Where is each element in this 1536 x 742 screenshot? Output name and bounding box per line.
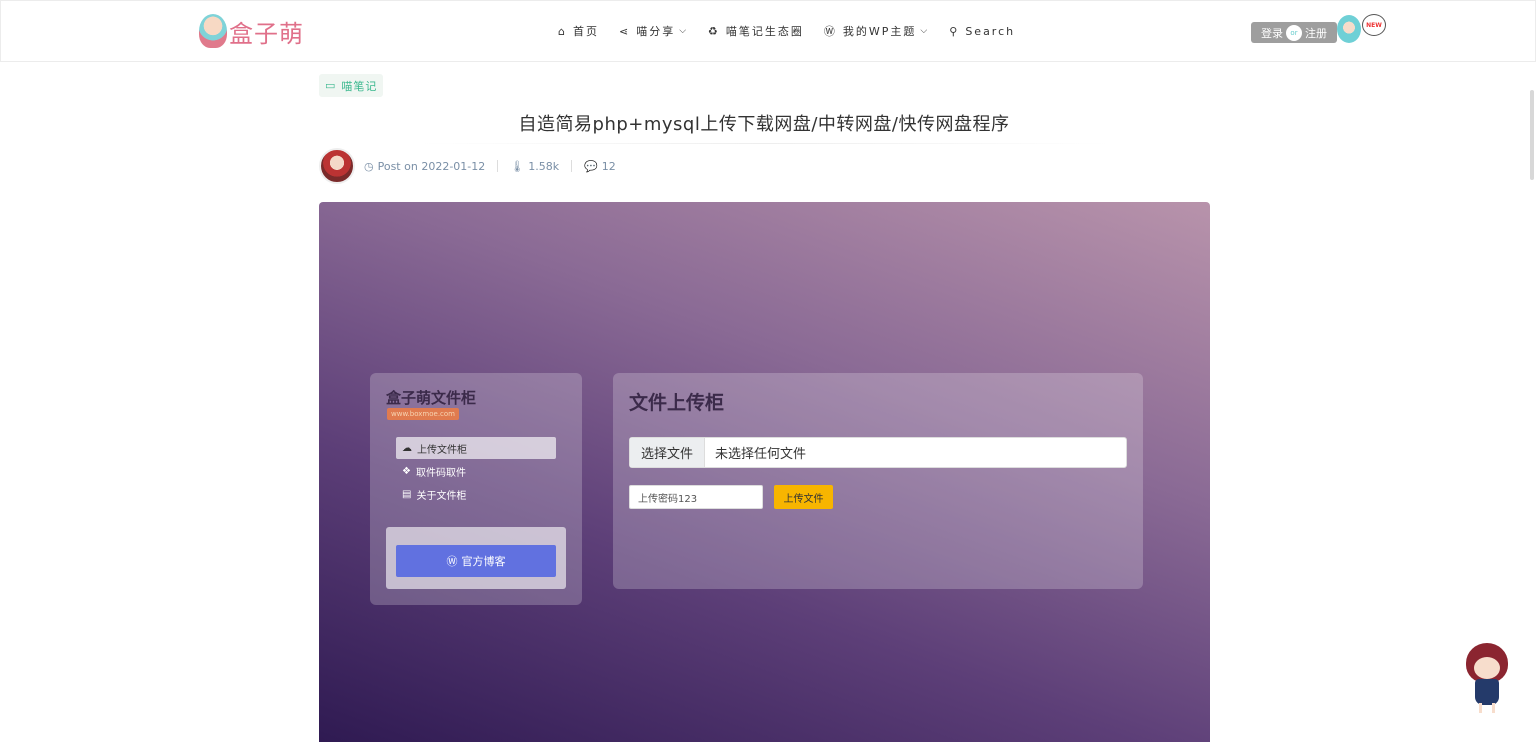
app-menu-upload: ☁ 上传文件柜 [396, 437, 556, 459]
nav-label: Search [965, 24, 1016, 38]
wordpress-icon: Ⓦ [446, 555, 458, 568]
app-password-value: 上传密码123 [638, 493, 698, 505]
search-icon: ⚲ [949, 24, 960, 38]
mascot-face [1474, 657, 1500, 679]
author-avatar[interactable] [319, 148, 355, 184]
app-sidebar-title: 盒子萌文件柜 [386, 389, 477, 407]
nav-label: 喵分享 [636, 25, 676, 38]
site-header: 盒子萌 ⌂ 首页 ⋖ 喵分享 ⌵ ♻ 喵笔记生态圈 Ⓦ 我的WP主题 ⌵ ⚲ S… [0, 0, 1536, 62]
comments-icon: 💬 [584, 159, 598, 173]
recycle-icon: ♻ [708, 24, 720, 38]
nav-label: 我的WP主题 [842, 25, 917, 38]
app-menu-label: 上传文件柜 [417, 444, 467, 456]
or-badge: or [1286, 24, 1302, 41]
app-menu-label: 关于文件柜 [416, 490, 467, 502]
app-sidebar-url: www.boxmoe.com [387, 408, 459, 420]
category-tag[interactable]: ▭ 喵笔记 [319, 74, 384, 97]
nav-label: 首页 [572, 25, 599, 38]
app-file-input: 选择文件 未选择任何文件 [629, 437, 1127, 468]
page-scrollbar[interactable] [1530, 90, 1534, 180]
nav-item-share[interactable]: ⋖ 喵分享 ⌵ [619, 23, 688, 39]
chevron-down-icon: ⌵ [920, 26, 930, 36]
share-icon: ⋖ [618, 24, 631, 38]
article-title: 自造简易php+mysql上传下载网盘/中转网盘/快传网盘程序 [518, 114, 1010, 135]
login-register-button[interactable]: 登录 or 注册 [1251, 22, 1337, 43]
nav-label: 喵笔记生态圈 [725, 25, 804, 38]
new-badge: NEW [1362, 14, 1386, 36]
app-sidebar-panel: 盒子萌文件柜 www.boxmoe.com ☁ 上传文件柜 ❖ 取件码取件 ▤ … [370, 373, 582, 605]
app-blog-label: 官方博客 [461, 555, 506, 568]
comment-count[interactable]: 💬 12 [584, 160, 616, 173]
title-divider [420, 143, 1110, 144]
category-label: 喵笔记 [341, 79, 378, 93]
app-menu-about: ▤ 关于文件柜 [396, 483, 556, 505]
mascot-icon [1337, 15, 1361, 43]
comment-count-text: 12 [601, 159, 616, 173]
home-icon: ⌂ [558, 24, 567, 38]
app-sidebar-menu: ☁ 上传文件柜 ❖ 取件码取件 ▤ 关于文件柜 [396, 437, 556, 506]
logo-text: 盒子萌 [229, 19, 304, 48]
nav-item-search[interactable]: ⚲ Search [949, 25, 1015, 38]
app-upload-title: 文件上传柜 [629, 392, 725, 414]
meta-divider [497, 160, 499, 172]
chevron-down-icon: ⌵ [679, 26, 689, 36]
article-meta: ◷ Post on 2022-01-12 🌡 1.58k 💬 12 [319, 148, 616, 184]
post-date: ◷ Post on 2022-01-12 [364, 160, 485, 173]
folder-icon: ▭ [325, 79, 337, 92]
app-blog-box: Ⓦ 官方博客 [386, 527, 566, 589]
app-upload-panel: 文件上传柜 选择文件 未选择任何文件 上传密码123 上传文件 [613, 373, 1143, 589]
site-logo[interactable]: 盒子萌 [199, 13, 304, 49]
register-link[interactable]: 注册 [1305, 25, 1327, 41]
view-count-text: 1.58k [528, 159, 560, 173]
logo-mascot-icon [199, 14, 227, 48]
floating-mascot[interactable] [1462, 643, 1512, 713]
app-upload-button: 上传文件 [774, 485, 833, 509]
clock-icon: ◷ [364, 159, 374, 173]
featured-image: 盒子萌文件柜 www.boxmoe.com ☁ 上传文件柜 ❖ 取件码取件 ▤ … [319, 202, 1210, 742]
view-count: 🌡 1.58k [510, 160, 559, 173]
file-icon: ▤ [402, 488, 412, 500]
meta-divider [571, 160, 573, 172]
cloud-upload-icon: ☁ [402, 442, 412, 454]
login-link[interactable]: 登录 [1261, 25, 1283, 41]
app-menu-pickup: ❖ 取件码取件 [396, 460, 556, 482]
nav-item-home[interactable]: ⌂ 首页 [558, 23, 599, 39]
app-file-status: 未选择任何文件 [715, 447, 807, 462]
nav-item-ecosystem[interactable]: ♻ 喵笔记生态圈 [708, 23, 804, 39]
mascot-legs [1479, 703, 1495, 713]
main-nav: ⌂ 首页 ⋖ 喵分享 ⌵ ♻ 喵笔记生态圈 Ⓦ 我的WP主题 ⌵ ⚲ Searc… [558, 23, 1035, 39]
wordpress-icon: Ⓦ [823, 25, 837, 38]
thermometer-icon: 🌡 [510, 159, 525, 173]
mascot-body [1475, 679, 1499, 705]
post-date-text: Post on 2022-01-12 [377, 159, 486, 173]
app-blog-button: Ⓦ 官方博客 [396, 545, 556, 577]
cubes-icon: ❖ [402, 465, 411, 477]
app-menu-label: 取件码取件 [415, 467, 466, 479]
nav-item-wp-themes[interactable]: Ⓦ 我的WP主题 ⌵ [824, 23, 929, 39]
app-choose-file-button: 选择文件 [630, 438, 706, 467]
app-password-input: 上传密码123 [629, 485, 763, 509]
